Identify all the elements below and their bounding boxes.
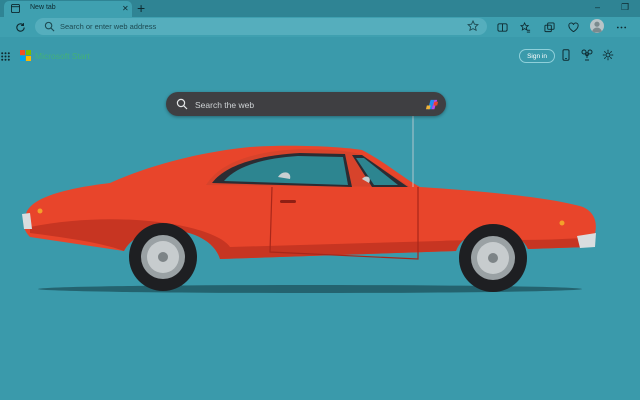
browser-essentials-button[interactable] (566, 20, 580, 34)
favorites-icon (519, 21, 530, 33)
more-dots-icon (616, 26, 626, 28)
favorite-star-icon[interactable] (467, 20, 479, 32)
minimize-button[interactable]: – (595, 1, 600, 13)
more-menu-button[interactable] (614, 20, 628, 34)
sign-in-button[interactable]: Sign in (519, 49, 555, 63)
refresh-icon (15, 22, 25, 32)
restore-button[interactable]: ❐ (621, 1, 629, 13)
microsoft-logo-icon (20, 50, 31, 61)
heart-pulse-icon (567, 22, 579, 32)
profile-avatar[interactable] (590, 19, 604, 33)
search-placeholder: Search the web (195, 100, 255, 110)
tab-close-icon[interactable]: ✕ (122, 4, 129, 13)
collections-icon (543, 21, 555, 32)
favorites-button[interactable] (518, 20, 532, 34)
newtab-favicon-icon (11, 4, 20, 13)
toolbar: Search or enter web address (0, 17, 640, 37)
new-tab-button[interactable]: + (137, 0, 145, 16)
split-screen-button[interactable] (495, 20, 509, 34)
tab-new-tab[interactable]: New tab ✕ (4, 1, 132, 17)
collections-button[interactable] (542, 20, 556, 34)
refresh-button[interactable] (13, 20, 27, 34)
settings-gear-icon[interactable] (602, 49, 614, 61)
brand-link[interactable]: Microsoft Start (35, 51, 90, 61)
rewards-trophy-icon[interactable] (581, 49, 593, 61)
address-bar[interactable]: Search or enter web address (35, 18, 487, 35)
search-icon (176, 98, 188, 110)
split-screen-icon (496, 22, 508, 32)
apps-waffle-icon[interactable] (1, 52, 10, 61)
address-placeholder: Search or enter web address (60, 22, 157, 31)
search-icon (44, 21, 55, 32)
user-icon (592, 21, 602, 33)
web-search-box[interactable]: Search the web (166, 92, 446, 116)
tab-title: New tab (30, 4, 56, 11)
phone-icon[interactable] (560, 49, 572, 61)
new-tab-page: Microsoft Start Sign in Search the web (0, 37, 640, 400)
copilot-icon[interactable] (425, 97, 440, 112)
title-bar: New tab ✕ + – ❐ (0, 0, 640, 17)
